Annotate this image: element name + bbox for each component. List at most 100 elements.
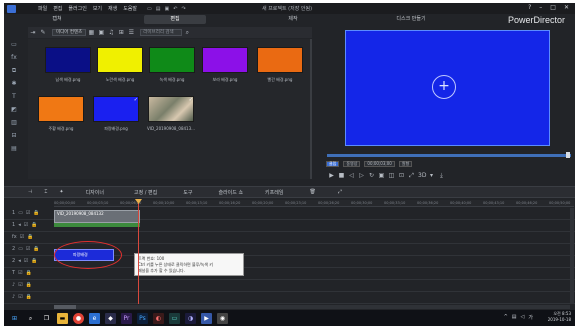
display-settings-icon[interactable]: ⊡ <box>398 172 405 179</box>
windows-start-icon[interactable]: ⊞ <box>9 313 20 324</box>
undock-icon[interactable]: ⤓ <box>438 172 445 179</box>
audio-track-icon[interactable]: ◂ <box>18 222 21 228</box>
play-icon[interactable]: ▶ <box>328 172 335 179</box>
prev-frame-icon[interactable]: ◁ <box>348 172 355 179</box>
menu-plugins[interactable]: 플러그인 <box>68 5 86 12</box>
track-title[interactable]: T ☑ 🔒 <box>4 268 575 280</box>
tab-capture[interactable]: 캡쳐 <box>26 15 88 24</box>
filter-audio-icon[interactable]: ♫ <box>106 29 116 37</box>
pip-room-icon[interactable]: ⧉ <box>10 67 18 74</box>
premiere-icon[interactable]: Pr <box>121 312 132 324</box>
clock[interactable]: 오전 8:53 2019-10-18 <box>548 311 571 323</box>
library-tile[interactable]: ✓ VID_20190908_08413... <box>147 96 195 131</box>
app-icon[interactable]: ◆ <box>105 312 116 324</box>
track-music[interactable]: ♪ ☑ 🔒 <box>4 292 575 304</box>
chrome-icon[interactable]: ● <box>73 312 84 324</box>
menu-help[interactable]: 도움말 <box>123 5 137 12</box>
enable-checkbox-icon[interactable]: ☑ <box>26 246 30 252</box>
snapshot-icon[interactable]: ▣ <box>378 172 385 179</box>
close-button[interactable]: ✕ <box>564 4 569 11</box>
library-tile[interactable]: 노란색 배경.png <box>97 47 143 82</box>
lock-icon[interactable]: 🔒 <box>26 270 32 276</box>
audio-track-icon[interactable]: ◂ <box>18 258 21 264</box>
chevron-down-icon[interactable]: ▾ <box>428 172 435 179</box>
enable-checkbox-icon[interactable]: ☑ <box>24 258 28 264</box>
volume-icon[interactable]: ◫ <box>388 172 395 179</box>
chapter-room-icon[interactable]: ⊟ <box>10 132 18 139</box>
lock-icon[interactable]: 🔒 <box>31 258 37 264</box>
filter-video-icon[interactable]: ▦ <box>86 29 96 37</box>
lock-icon[interactable]: 🔒 <box>31 222 37 228</box>
enable-checkbox-icon[interactable]: ☑ <box>24 222 28 228</box>
ime-icon[interactable]: 가 <box>528 314 533 321</box>
library-search-input[interactable]: 라이브러리 검색 <box>140 29 183 36</box>
track-voice[interactable]: ♪ ☑ 🔒 <box>4 280 575 292</box>
keyframe-button[interactable]: 키프레임 <box>265 189 283 196</box>
library-tile[interactable]: 보라 배경.png <box>202 47 248 82</box>
menu-view[interactable]: 보기 <box>93 5 102 12</box>
lock-icon[interactable]: 🔒 <box>27 234 33 240</box>
fullscreen-icon[interactable]: ⤢ <box>408 172 415 179</box>
file-explorer-icon[interactable]: ▬ <box>57 312 68 324</box>
timeline-horizontal-scrollbar[interactable] <box>54 305 570 309</box>
enable-checkbox-icon[interactable]: ☑ <box>20 234 24 240</box>
stop-icon[interactable]: ■ <box>338 172 345 179</box>
particle-room-icon[interactable]: ✱ <box>10 80 18 87</box>
lock-icon[interactable]: 🔒 <box>26 282 32 288</box>
library-tile[interactable]: 남색 배경.png <box>45 47 91 82</box>
filter-image-icon[interactable]: ▣ <box>96 29 106 37</box>
tab-edit[interactable]: 편집 <box>144 15 206 24</box>
search-icon[interactable]: ⌕ <box>182 29 192 37</box>
library-tile[interactable]: 녹색 배경.png <box>149 47 195 82</box>
timecode-display[interactable]: 00;00;03;00 <box>364 161 395 167</box>
minimize-button[interactable]: – <box>539 4 542 11</box>
photoshop-icon[interactable]: Ps <box>137 312 148 324</box>
view-grid-icon[interactable]: ⊞ <box>116 29 126 37</box>
storyboard-toggle-icon[interactable]: ⊣ <box>28 189 32 195</box>
lock-icon[interactable]: 🔒 <box>26 294 32 300</box>
quality-dropdown[interactable]: 원형 <box>398 161 413 167</box>
undo-icon[interactable]: ↶ <box>173 6 177 12</box>
app-icon[interactable]: ◑ <box>185 312 196 324</box>
loop-icon[interactable]: ↻ <box>368 172 375 179</box>
video-clip[interactable]: VID_20190908_084132 <box>54 210 140 223</box>
audio-mixing-icon[interactable]: ▥ <box>10 119 18 126</box>
scroll-thumb[interactable] <box>54 305 76 309</box>
enable-checkbox-icon[interactable]: ☑ <box>18 294 22 300</box>
video-track-icon[interactable]: ▭ <box>18 210 23 216</box>
tab-produce[interactable]: 제작 <box>262 15 324 24</box>
menu-playback[interactable]: 재생 <box>108 5 117 12</box>
plugin-icon[interactable]: ✎ <box>38 29 48 37</box>
task-view-icon[interactable]: ❐ <box>41 313 52 324</box>
enable-checkbox-icon[interactable]: ☑ <box>18 282 22 288</box>
clip-mode-toggle[interactable]: 클립 <box>326 161 340 167</box>
help-button[interactable]: ? <box>528 4 531 11</box>
maximize-button[interactable]: □ <box>550 4 556 11</box>
preview-seek-bar[interactable] <box>327 154 571 157</box>
open-icon[interactable]: ▤ <box>156 6 161 12</box>
movie-mode-toggle[interactable]: 동영상 <box>343 161 361 167</box>
fx-room-icon[interactable]: fx <box>10 54 18 61</box>
media-room-icon[interactable]: ▭ <box>10 41 18 48</box>
playhead[interactable] <box>138 200 139 304</box>
view-list-icon[interactable]: ☰ <box>126 29 136 37</box>
audio-clip[interactable] <box>54 223 140 227</box>
split-icon[interactable]: ⌶ <box>44 189 47 195</box>
volume-icon[interactable]: ◁ <box>521 314 525 321</box>
edge-icon[interactable]: e <box>89 312 100 324</box>
trash-icon[interactable]: 🗑 <box>309 189 315 195</box>
next-frame-icon[interactable]: ▷ <box>358 172 365 179</box>
timeline-ruler[interactable]: 00;00;00;00 00;00;03;10 00;00;06;20 00;0… <box>54 200 574 207</box>
app-icon[interactable]: ◐ <box>153 312 164 324</box>
fix-enhance-button[interactable]: 고정 / 편집 <box>134 189 157 196</box>
tab-disc[interactable]: 디스크 만들기 <box>380 15 442 24</box>
app-icon[interactable]: ▭ <box>169 312 180 324</box>
library-tile[interactable]: ✓ 파랑배경.png <box>93 96 139 131</box>
library-tile[interactable]: 주황 배경.png <box>38 96 84 131</box>
video-track-icon[interactable]: ▭ <box>18 246 23 252</box>
timeline-vertical-scrollbar[interactable] <box>570 208 574 304</box>
enable-checkbox-icon[interactable]: ☑ <box>18 270 22 276</box>
chevron-up-icon[interactable]: ^ <box>504 314 508 321</box>
powerdirector-icon[interactable]: ▶ <box>201 312 212 324</box>
tools-button[interactable]: 도구 <box>183 189 192 196</box>
